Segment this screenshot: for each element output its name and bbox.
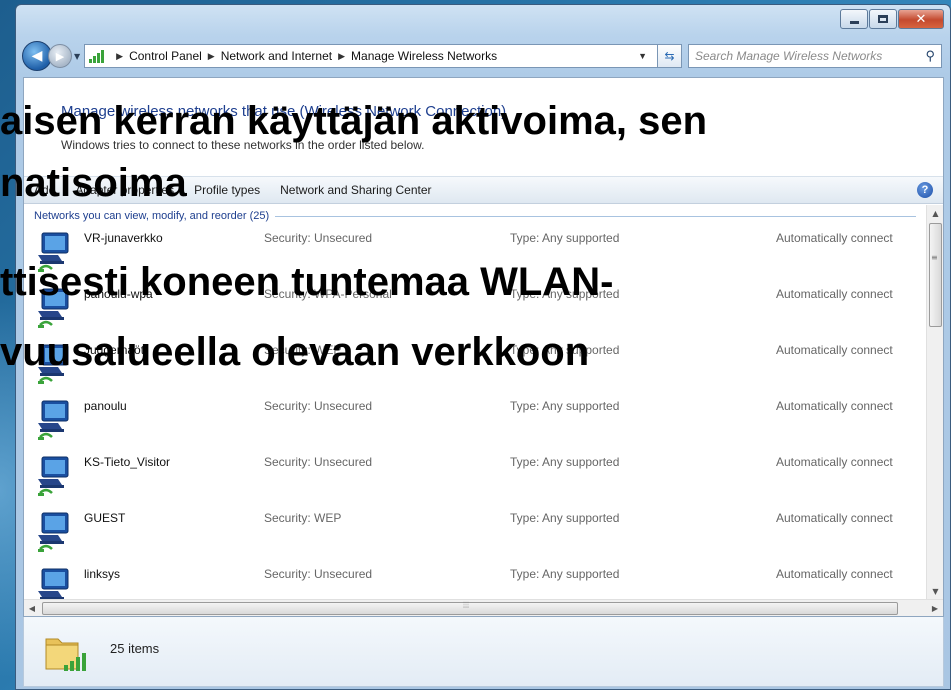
close-icon: ✕ bbox=[915, 11, 927, 27]
crumb-separator[interactable]: ▶ bbox=[338, 51, 345, 62]
scroll-left-arrow-icon[interactable]: ◀ bbox=[24, 600, 40, 617]
window-controls: ✕ bbox=[840, 9, 944, 29]
profile-types-button[interactable]: Profile types bbox=[184, 183, 270, 197]
group-divider bbox=[275, 215, 916, 217]
network-row[interactable]: GUEST Security: WEP Type: Any supported Aut… bbox=[34, 505, 918, 561]
network-row[interactable]: panoulu Security: Unsecured Type: Any supp… bbox=[34, 393, 918, 449]
refresh-button[interactable]: ⇆ bbox=[658, 44, 682, 68]
wireless-network-icon bbox=[38, 344, 69, 384]
adapter-properties-button[interactable]: Adapter properties bbox=[65, 183, 184, 197]
minimize-button[interactable] bbox=[840, 9, 868, 29]
wireless-network-icon bbox=[38, 568, 69, 599]
network-connect-mode: Automatically connect bbox=[776, 511, 893, 525]
crumb-control-panel[interactable]: Control Panel bbox=[129, 49, 202, 63]
scroll-grip-icon: ≡ bbox=[931, 253, 938, 262]
help-icon[interactable]: ? bbox=[917, 182, 933, 198]
search-input[interactable]: Search Manage Wireless Networks ⚲ bbox=[688, 44, 942, 68]
network-name: panoulu-wpa bbox=[84, 287, 153, 301]
wireless-network-icon bbox=[38, 288, 69, 328]
vertical-scrollbar[interactable]: ▲ ≡ ▼ bbox=[926, 205, 943, 599]
crumb-network-and-internet[interactable]: Network and Internet bbox=[221, 49, 332, 63]
network-connect-mode: Automatically connect bbox=[776, 287, 893, 301]
crumb-separator[interactable]: ▶ bbox=[116, 51, 123, 62]
network-type: Type: Any supported bbox=[510, 511, 620, 525]
network-row[interactable]: linksys Security: Unsecured Type: Any supp… bbox=[34, 561, 918, 599]
wireless-folder-icon bbox=[45, 638, 86, 671]
page-subtitle: Windows tries to connect to these networ… bbox=[61, 138, 425, 152]
wireless-network-icon bbox=[38, 456, 69, 496]
network-security: Security: WEP bbox=[264, 343, 342, 357]
network-name: KS-Tieto_Visitor bbox=[84, 455, 171, 469]
recent-pages-dropdown[interactable]: ▼ bbox=[74, 52, 80, 61]
group-header-label: Networks you can view, modify, and reord… bbox=[34, 210, 270, 222]
refresh-icon: ⇆ bbox=[664, 49, 675, 63]
horizontal-scroll-thumb[interactable]: ⦙⦙⦙ bbox=[42, 601, 898, 615]
maximize-button[interactable] bbox=[869, 9, 897, 29]
scroll-grip-icon: ⦙⦙⦙ bbox=[463, 601, 470, 611]
search-icon[interactable]: ⚲ bbox=[925, 48, 935, 64]
network-type: Type: Any supported bbox=[510, 287, 620, 301]
network-type: Type: Any supported bbox=[510, 231, 620, 245]
wireless-network-icon bbox=[38, 400, 69, 440]
vertical-scroll-thumb[interactable] bbox=[929, 223, 942, 327]
network-name: GUEST bbox=[84, 511, 126, 525]
content-pane: Manage wireless networks that use (Wirel… bbox=[23, 77, 944, 617]
network-type: Type: Any supported bbox=[510, 343, 620, 357]
network-security: Security: WEP bbox=[264, 511, 342, 525]
wireless-network-icon bbox=[38, 232, 69, 272]
network-connect-mode: Automatically connect bbox=[776, 455, 893, 469]
network-name: panoulu bbox=[84, 399, 127, 413]
network-security: Security: Unsecured bbox=[264, 399, 373, 413]
network-row[interactable]: panoulu-wpa Security: WPA-Personal Type: A… bbox=[34, 281, 918, 337]
minimize-icon bbox=[849, 20, 859, 24]
network-row[interactable]: Juggernaöt Security: WEP Type: Any support… bbox=[34, 337, 918, 393]
add-button[interactable]: Add bbox=[24, 183, 65, 197]
network-type: Type: Any supported bbox=[510, 455, 620, 469]
crumb-separator[interactable]: ▶ bbox=[208, 51, 215, 62]
forward-arrow-icon: ▶ bbox=[55, 49, 65, 63]
crumb-manage-wireless-networks[interactable]: Manage Wireless Networks bbox=[351, 49, 497, 63]
network-connect-mode: Automatically connect bbox=[776, 231, 893, 245]
details-pane: 25 items bbox=[23, 617, 944, 687]
network-connect-mode: Automatically connect bbox=[776, 343, 893, 357]
network-security: Security: Unsecured bbox=[264, 567, 373, 581]
scroll-up-arrow-icon[interactable]: ▲ bbox=[927, 205, 944, 221]
network-name: Juggernaöt bbox=[84, 343, 145, 357]
back-arrow-icon: ◀ bbox=[31, 48, 43, 64]
network-type: Type: Any supported bbox=[510, 399, 620, 413]
network-bars-icon bbox=[89, 49, 105, 63]
page-title: Manage wireless networks that use (Wirel… bbox=[61, 103, 507, 120]
group-header[interactable]: Networks you can view, modify, and reord… bbox=[34, 210, 916, 222]
network-name: linksys bbox=[84, 567, 121, 581]
maximize-icon bbox=[878, 15, 888, 23]
network-security: Security: Unsecured bbox=[264, 231, 373, 245]
network-row[interactable]: KS-Tieto_Visitor Security: Unsecured Type:… bbox=[34, 449, 918, 505]
address-row: ◀ ▶ ▼ ▶ Control Panel ▶ Network and Inte… bbox=[22, 41, 942, 71]
address-bar[interactable]: ▶ Control Panel ▶ Network and Internet ▶… bbox=[84, 44, 658, 68]
network-name: VR-junaverkko bbox=[84, 231, 163, 245]
scroll-right-arrow-icon[interactable]: ▶ bbox=[927, 600, 943, 617]
network-security: Security: WPA-Personal bbox=[264, 287, 392, 301]
horizontal-scrollbar[interactable]: ◀ ⦙⦙⦙ ▶ bbox=[24, 599, 943, 616]
search-placeholder: Search Manage Wireless Networks bbox=[695, 49, 883, 63]
network-security: Security: Unsecured bbox=[264, 455, 373, 469]
network-connect-mode: Automatically connect bbox=[776, 567, 893, 581]
network-type: Type: Any supported bbox=[510, 567, 620, 581]
network-connect-mode: Automatically connect bbox=[776, 399, 893, 413]
network-row[interactable]: VR-junaverkko Security: Unsecured Type: An… bbox=[34, 225, 918, 281]
network-list: Networks you can view, modify, and reord… bbox=[24, 205, 926, 599]
scroll-down-arrow-icon[interactable]: ▼ bbox=[927, 583, 944, 599]
network-sharing-center-button[interactable]: Network and Sharing Center bbox=[270, 183, 441, 197]
command-bar: Add Adapter properties Profile types Net… bbox=[24, 176, 943, 204]
address-dropdown-icon[interactable]: ▼ bbox=[632, 51, 653, 61]
explorer-window: ✕ ◀ ▶ ▼ ▶ Control Panel ▶ Network and In… bbox=[15, 4, 951, 690]
close-button[interactable]: ✕ bbox=[898, 9, 944, 29]
item-count: 25 items bbox=[110, 641, 160, 656]
wireless-network-icon bbox=[38, 512, 69, 552]
forward-button[interactable]: ▶ bbox=[48, 44, 72, 68]
